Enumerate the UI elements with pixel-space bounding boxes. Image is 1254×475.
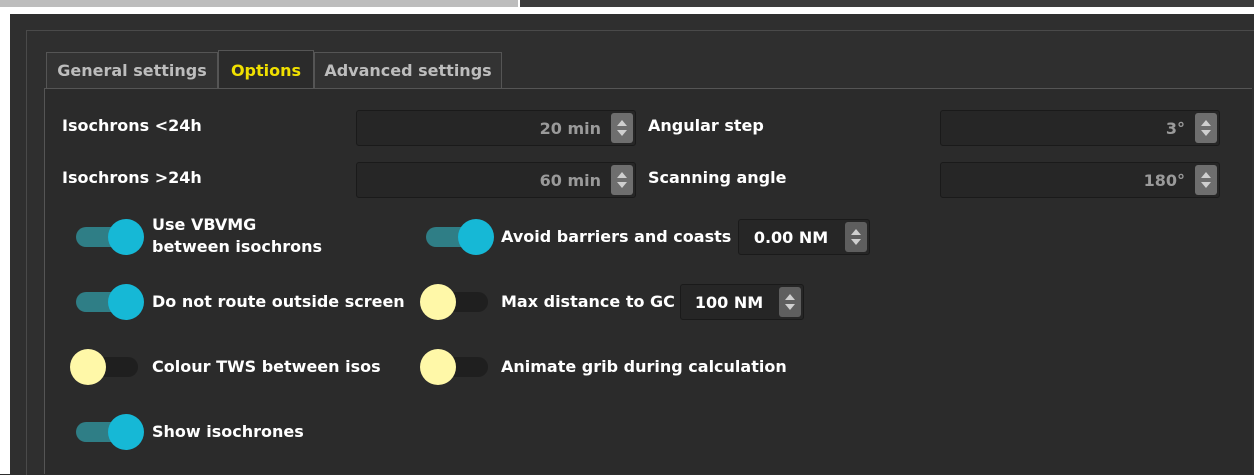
spin-up-icon[interactable] [1201, 120, 1211, 126]
tab-general-settings[interactable]: General settings [46, 52, 218, 88]
toggle-knob[interactable] [108, 219, 144, 255]
spin-up-icon[interactable] [851, 229, 861, 235]
do-not-route-outside-toggle[interactable] [74, 284, 144, 320]
angular-step-value[interactable]: 3° [941, 111, 1193, 145]
spin-up-icon[interactable] [785, 294, 795, 300]
avoid-barriers-label: Avoid barriers and coasts [501, 227, 732, 246]
animate-grib-toggle[interactable] [420, 349, 490, 385]
avoid-barriers-value[interactable]: 0.00 NM [739, 220, 843, 254]
use-vbvmg-label-line2: between isochrons [152, 237, 323, 256]
spin-down-icon[interactable] [1201, 182, 1211, 188]
avoid-barriers-toggle[interactable] [424, 219, 494, 255]
use-vbvmg-label-line1: Use VBVMG [152, 215, 257, 234]
do-not-route-outside-label: Do not route outside screen [152, 292, 405, 311]
spin-up-icon[interactable] [617, 172, 627, 178]
toggle-knob[interactable] [458, 219, 494, 255]
max-distance-gc-spinbox[interactable]: 100 NM [680, 284, 804, 320]
scanning-angle-label: Scanning angle [648, 168, 787, 187]
isochrons-gt24-label: Isochrons >24h [62, 168, 202, 187]
max-distance-gc-label: Max distance to GC [501, 292, 675, 311]
avoid-barriers-spinbox[interactable]: 0.00 NM [738, 219, 870, 255]
animate-grib-label: Animate grib during calculation [501, 357, 787, 376]
angular-step-stepper[interactable] [1195, 113, 1217, 143]
isochrons-lt24-value[interactable]: 20 min [357, 111, 609, 145]
toggle-knob[interactable] [108, 284, 144, 320]
avoid-barriers-stepper[interactable] [845, 222, 867, 252]
scanning-angle-stepper[interactable] [1195, 165, 1217, 195]
spin-down-icon[interactable] [617, 182, 627, 188]
isochrons-gt24-stepper[interactable] [611, 165, 633, 195]
show-isochrones-toggle[interactable] [74, 414, 144, 450]
toggle-knob[interactable] [70, 349, 106, 385]
max-distance-gc-toggle[interactable] [420, 284, 490, 320]
tab-options[interactable]: Options [218, 50, 314, 90]
colour-tws-label: Colour TWS between isos [152, 357, 381, 376]
top-strip-left [0, 0, 518, 7]
spin-down-icon[interactable] [617, 130, 627, 136]
toggle-knob[interactable] [420, 284, 456, 320]
max-distance-gc-stepper[interactable] [779, 287, 801, 317]
tab-advanced-settings[interactable]: Advanced settings [314, 52, 502, 88]
use-vbvmg-toggle[interactable] [74, 219, 144, 255]
isochrons-lt24-spinbox[interactable]: 20 min [356, 110, 636, 146]
isochrons-gt24-value[interactable]: 60 min [357, 163, 609, 197]
angular-step-label: Angular step [648, 116, 764, 135]
top-strip-right [520, 0, 1254, 7]
spin-up-icon[interactable] [617, 120, 627, 126]
left-edge [0, 14, 10, 474]
max-distance-gc-value[interactable]: 100 NM [681, 285, 777, 319]
window-top-strip [0, 0, 1254, 14]
scanning-angle-value[interactable]: 180° [941, 163, 1193, 197]
toggle-knob[interactable] [108, 414, 144, 450]
spin-up-icon[interactable] [1201, 172, 1211, 178]
show-isochrones-label: Show isochrones [152, 422, 304, 441]
isochrons-lt24-stepper[interactable] [611, 113, 633, 143]
toggle-knob[interactable] [420, 349, 456, 385]
spin-down-icon[interactable] [785, 304, 795, 310]
spin-down-icon[interactable] [851, 239, 861, 245]
isochrons-gt24-spinbox[interactable]: 60 min [356, 162, 636, 198]
scanning-angle-spinbox[interactable]: 180° [940, 162, 1220, 198]
use-vbvmg-label: Use VBVMG between isochrons [152, 214, 322, 258]
spin-down-icon[interactable] [1201, 130, 1211, 136]
colour-tws-toggle[interactable] [70, 349, 140, 385]
angular-step-spinbox[interactable]: 3° [940, 110, 1220, 146]
isochrons-lt24-label: Isochrons <24h [62, 116, 202, 135]
